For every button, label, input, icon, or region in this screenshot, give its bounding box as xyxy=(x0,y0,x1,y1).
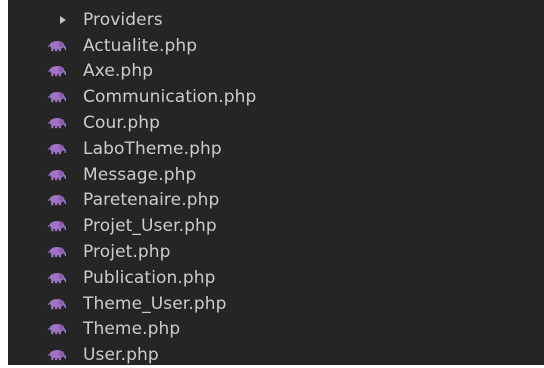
tree-file-theme[interactable]: Theme.php xyxy=(8,317,544,343)
file-label: Theme.php xyxy=(83,319,181,340)
tree-file-labotheme[interactable]: LaboTheme.php xyxy=(8,136,544,162)
file-label: Communication.php xyxy=(83,87,257,108)
tree-file-publication[interactable]: Publication.php xyxy=(8,265,544,291)
php-elephant-icon xyxy=(47,117,67,129)
php-elephant-icon xyxy=(47,194,67,207)
php-elephant-icon xyxy=(47,143,67,155)
tree-file-axe[interactable]: Axe.php xyxy=(8,59,544,85)
php-elephant-icon xyxy=(47,349,67,361)
file-label: Cour.php xyxy=(83,113,161,134)
php-elephant-icon xyxy=(47,220,67,232)
php-elephant-icon xyxy=(47,298,67,310)
tree-file-user[interactable]: User.php xyxy=(8,342,544,368)
file-explorer-panel: Providers Actualite.php Axe.php Communic… xyxy=(8,0,544,365)
file-label: Theme_User.php xyxy=(83,293,227,314)
file-label: User.php xyxy=(83,345,159,366)
file-label: Publication.php xyxy=(83,267,216,288)
file-tree: Providers Actualite.php Axe.php Communic… xyxy=(8,7,544,368)
chevron-right-icon[interactable] xyxy=(58,15,68,25)
tree-file-projet-user[interactable]: Projet_User.php xyxy=(8,213,544,239)
folder-label: Providers xyxy=(83,9,163,30)
file-label: Actualite.php xyxy=(83,35,198,56)
php-elephant-icon xyxy=(47,40,67,52)
file-label: Projet.php xyxy=(83,242,171,263)
tree-file-communication[interactable]: Communication.php xyxy=(8,84,544,110)
php-elephant-icon xyxy=(47,272,67,284)
php-elephant-icon xyxy=(47,65,67,78)
tree-file-projet[interactable]: Projet.php xyxy=(8,239,544,265)
tree-folder-providers[interactable]: Providers xyxy=(8,7,544,33)
file-label: Paretenaire.php xyxy=(83,190,220,211)
tree-file-paretenaire[interactable]: Paretenaire.php xyxy=(8,188,544,214)
file-label: Projet_User.php xyxy=(83,216,217,237)
tree-file-cour[interactable]: Cour.php xyxy=(8,110,544,136)
tree-file-message[interactable]: Message.php xyxy=(8,162,544,188)
php-elephant-icon xyxy=(47,323,67,336)
file-label: Axe.php xyxy=(83,61,154,82)
php-elephant-icon xyxy=(47,169,67,181)
php-elephant-icon xyxy=(47,91,67,103)
file-label: LaboTheme.php xyxy=(83,138,222,159)
php-elephant-icon xyxy=(47,246,67,258)
tree-file-actualite[interactable]: Actualite.php xyxy=(8,33,544,59)
file-label: Message.php xyxy=(83,164,197,185)
tree-file-theme-user[interactable]: Theme_User.php xyxy=(8,291,544,317)
